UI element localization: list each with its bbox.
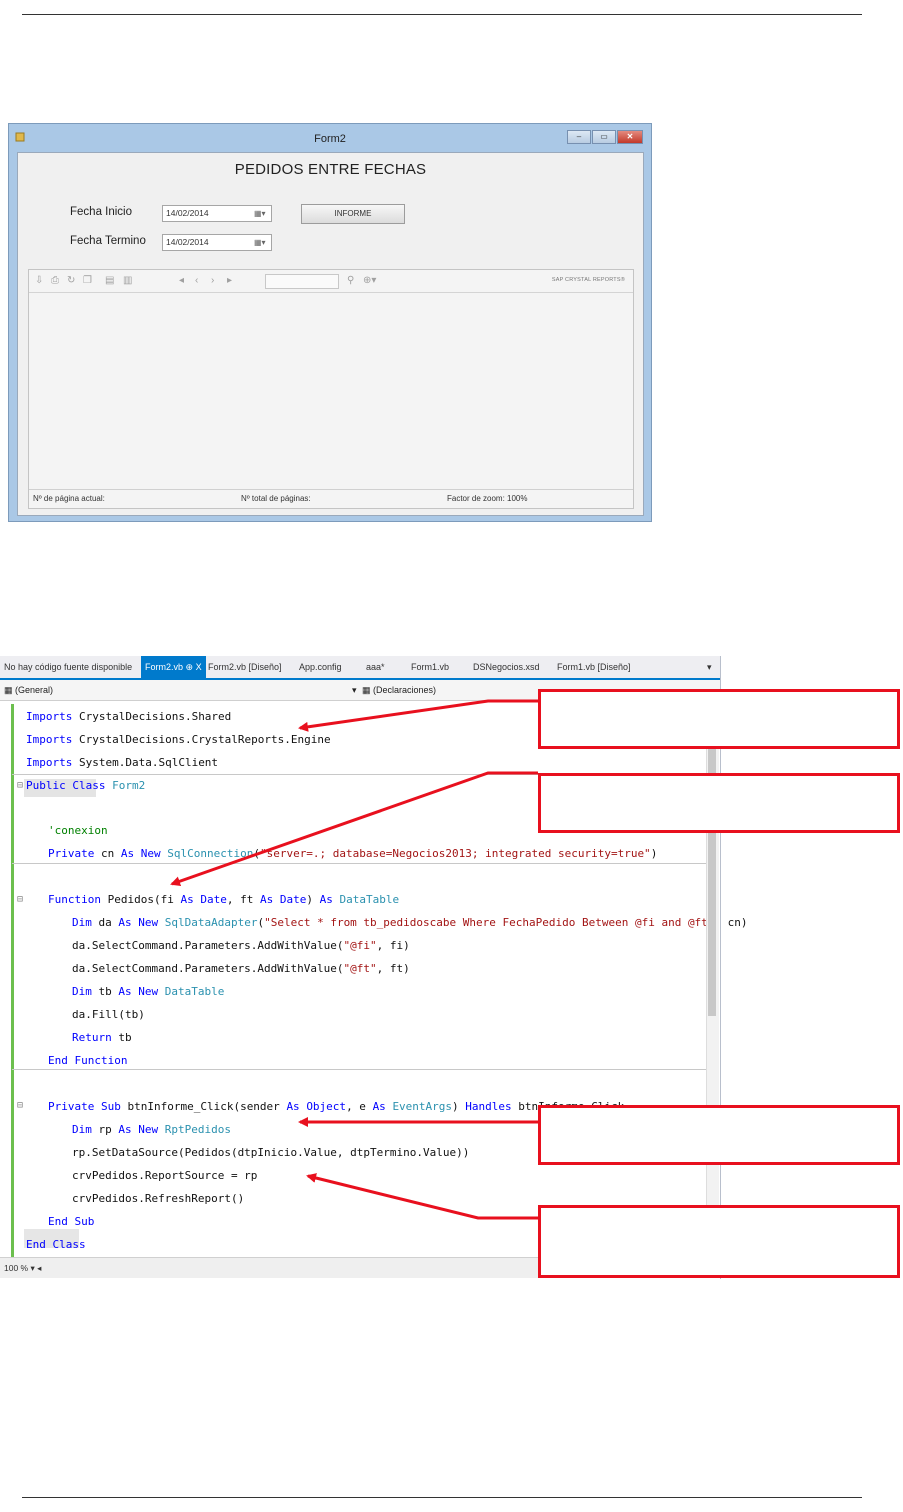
arrow-to-function xyxy=(170,771,538,887)
annotation-arrows xyxy=(170,699,538,1220)
arrow-to-report-source xyxy=(306,1173,538,1220)
arrow-to-imports xyxy=(298,699,538,732)
